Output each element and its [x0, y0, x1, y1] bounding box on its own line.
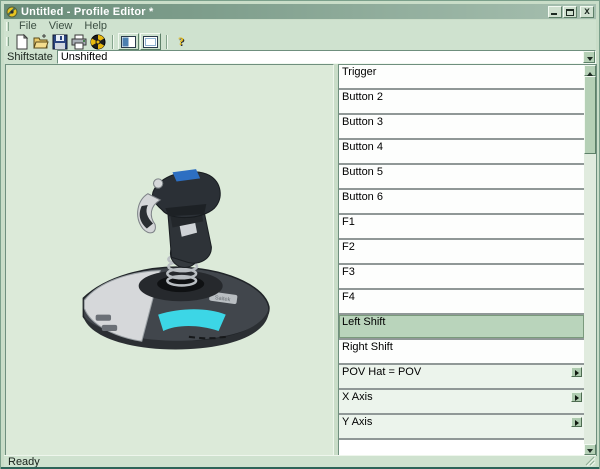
- print-icon[interactable]: [70, 34, 88, 50]
- help-icon[interactable]: ?: [172, 34, 190, 50]
- list-item[interactable]: X Axis: [339, 390, 584, 415]
- device-preview-panel: Saitek: [5, 64, 334, 456]
- joystick-image: Saitek: [68, 163, 278, 373]
- app-icon: [6, 6, 18, 18]
- list-item-label: Button 3: [342, 117, 383, 128]
- list-item-label: F3: [342, 267, 355, 278]
- shiftstate-value: Unshifted: [61, 51, 107, 64]
- vertical-scrollbar[interactable]: [584, 65, 596, 455]
- toolbar-separator: [112, 35, 114, 49]
- list-item[interactable]: F1: [339, 215, 584, 240]
- list-item[interactable]: POV Hat = POV: [339, 365, 584, 390]
- scrollbar-thumb[interactable]: [584, 76, 596, 154]
- list-item[interactable]: Right Shift: [339, 340, 584, 365]
- list-item-label: Button 5: [342, 167, 383, 178]
- menu-grip[interactable]: [6, 22, 9, 31]
- minimize-icon: [551, 13, 557, 15]
- chevron-down-icon[interactable]: [583, 51, 595, 63]
- toolbar-grip[interactable]: [6, 37, 9, 46]
- list-item[interactable]: Button 5: [339, 165, 584, 190]
- status-bar: Ready: [4, 455, 596, 467]
- list-item-label: Left Shift: [342, 317, 385, 328]
- open-folder-icon[interactable]: [32, 34, 50, 50]
- view-single-icon: [143, 36, 158, 48]
- shiftstate-bar: Shiftstate Unshifted: [4, 50, 596, 64]
- list-item[interactable]: Left Shift: [339, 315, 584, 340]
- profile-editor-window: Untitled - Profile Editor * x File View …: [0, 0, 600, 469]
- list-item-label: Trigger: [342, 67, 376, 78]
- list-item[interactable]: Button 2: [339, 90, 584, 115]
- toolbar-separator: [166, 35, 168, 49]
- maximize-button[interactable]: [563, 6, 577, 18]
- list-item[interactable]: Button 3: [339, 115, 584, 140]
- list-item-label: F1: [342, 217, 355, 228]
- list-item[interactable]: Button 4: [339, 140, 584, 165]
- menu-file[interactable]: File: [13, 20, 43, 33]
- profile-icon[interactable]: [89, 34, 107, 50]
- scroll-down-icon[interactable]: [584, 444, 596, 455]
- toolbar: ?: [4, 33, 596, 50]
- device-list: Trigger Button 2 Button 3 Button 4 Butto…: [339, 65, 584, 455]
- view-split-button[interactable]: [118, 33, 139, 50]
- shiftstate-combobox[interactable]: Unshifted: [57, 50, 596, 64]
- view-split-icon: [121, 36, 136, 48]
- new-document-icon[interactable]: [13, 34, 31, 50]
- list-item-label: F4: [342, 292, 355, 303]
- list-item[interactable]: Trigger: [339, 65, 584, 90]
- list-item[interactable]: F4: [339, 290, 584, 315]
- list-item-label: X Axis: [342, 392, 373, 403]
- main-area: Saitek: [5, 64, 597, 456]
- minimize-button[interactable]: [548, 6, 562, 18]
- controls-panel: Trigger Button 2 Button 3 Button 4 Butto…: [338, 64, 597, 456]
- expand-arrow-icon[interactable]: [571, 392, 582, 402]
- list-item-label: Button 6: [342, 192, 383, 203]
- save-icon[interactable]: [51, 34, 69, 50]
- menu-bar: File View Help: [4, 20, 596, 33]
- list-item-label: Button 4: [342, 142, 383, 153]
- close-button[interactable]: x: [580, 6, 594, 18]
- shiftstate-label: Shiftstate: [4, 51, 57, 63]
- list-item-label: Right Shift: [342, 342, 393, 353]
- list-item-label: F2: [342, 242, 355, 253]
- list-item-label: Button 2: [342, 92, 383, 103]
- view-single-button[interactable]: [140, 33, 161, 50]
- menu-view[interactable]: View: [43, 20, 79, 33]
- expand-arrow-icon[interactable]: [571, 417, 582, 427]
- expand-arrow-icon[interactable]: [571, 367, 582, 377]
- scroll-up-icon[interactable]: [584, 65, 596, 76]
- maximize-icon: [566, 9, 574, 16]
- menu-help[interactable]: Help: [78, 20, 113, 33]
- resize-grip-icon[interactable]: [584, 455, 595, 466]
- list-item-label: POV Hat = POV: [342, 367, 421, 378]
- list-item[interactable]: Y Axis: [339, 415, 584, 440]
- list-item[interactable]: F3: [339, 265, 584, 290]
- window-title: Untitled - Profile Editor *: [21, 6, 547, 18]
- list-item[interactable]: Button 6: [339, 190, 584, 215]
- list-item-label: Y Axis: [342, 417, 372, 428]
- title-bar[interactable]: Untitled - Profile Editor * x: [4, 4, 596, 19]
- list-item[interactable]: F2: [339, 240, 584, 265]
- close-icon: x: [581, 6, 593, 17]
